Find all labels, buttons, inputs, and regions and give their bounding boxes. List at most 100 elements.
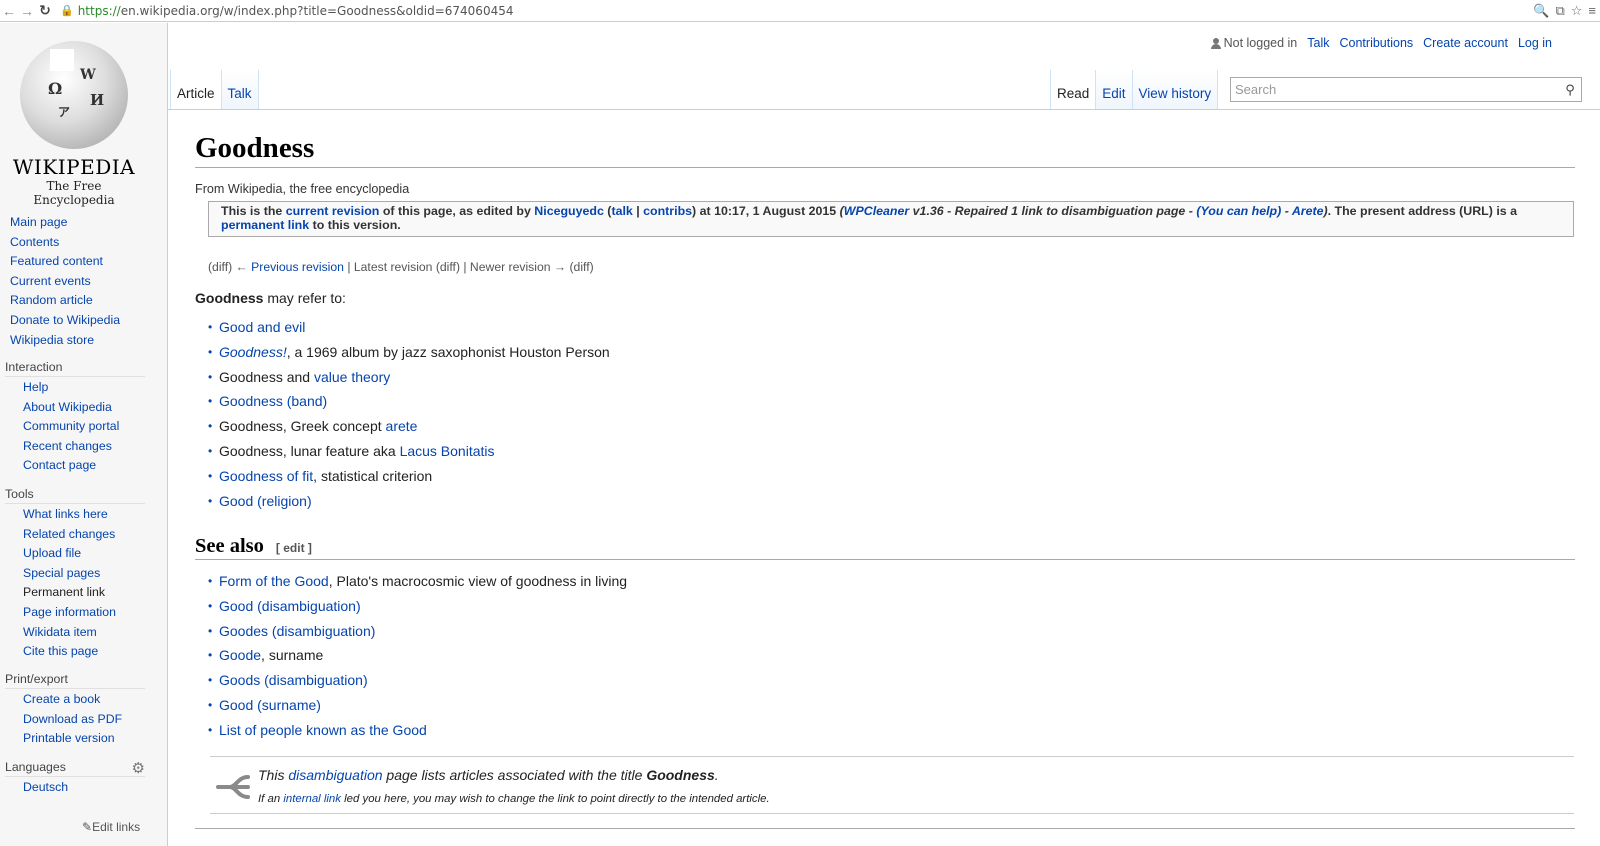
create-account-link[interactable]: Create account (1423, 36, 1508, 50)
list-link[interactable]: Good (disambiguation) (219, 598, 361, 614)
sidebar-item-page-information[interactable]: Page information (23, 603, 145, 623)
list-text: , surname (261, 647, 324, 664)
tab-read[interactable]: Read (1050, 70, 1097, 110)
sidebar-item-printable-version[interactable]: Printable version (23, 729, 145, 749)
sidebar-item-community-portal[interactable]: Community portal (23, 417, 145, 437)
previous-revision-link[interactable]: Previous revision (251, 260, 344, 274)
not-logged-in: Not logged in (1210, 36, 1298, 50)
back-arrow-icon[interactable]: ← (0, 2, 18, 20)
editor-user-link[interactable]: Niceguyedc (534, 204, 604, 218)
log-in-link[interactable]: Log in (1518, 36, 1552, 50)
sidebar-item-cite-this-page[interactable]: Cite this page (23, 642, 145, 662)
tab-article[interactable]: Article (170, 70, 222, 110)
portal-interaction: Interaction Help About Wikipedia Communi… (5, 360, 145, 476)
gear-icon[interactable]: ⚙ (132, 759, 145, 777)
sidebar-item-permanent-link[interactable]: Permanent link (23, 583, 145, 603)
reload-icon[interactable]: ↻ (36, 2, 54, 20)
search-box: ⚲ (1230, 77, 1582, 102)
editor-contribs-link[interactable]: contribs (643, 204, 692, 218)
personal-talk-link[interactable]: Talk (1307, 36, 1329, 50)
list-item: Form of the Good, Plato's macrocosmic vi… (208, 569, 627, 594)
address-bar[interactable]: 🔒 https:// en.wikipedia.org/w/index.php?… (60, 4, 513, 18)
rev-text: ) at 10:17, 1 August 2015 (692, 204, 840, 218)
puzzle-globe-icon: Ω W И ア (20, 41, 128, 149)
list-link[interactable]: List of people known as the Good (219, 722, 427, 738)
forward-arrow-icon[interactable]: → (18, 2, 36, 20)
sidebar-item-contents[interactable]: Contents (10, 233, 120, 253)
list-link[interactable]: Form of the Good (219, 573, 329, 589)
sidebar-item-contact-page[interactable]: Contact page (23, 456, 145, 476)
tab-edit[interactable]: Edit (1096, 70, 1133, 110)
refer-list: Good and evil Goodness!, a 1969 album by… (208, 315, 610, 513)
sidebar-item-related-changes[interactable]: Related changes (23, 525, 145, 545)
dab-message: This disambiguation page lists articles … (258, 767, 719, 783)
list-link[interactable]: Goodness of fit (219, 468, 313, 484)
sidebar-item-featured-content[interactable]: Featured content (10, 252, 120, 272)
bookmark-star-icon[interactable]: ☆ (1571, 3, 1583, 19)
list-link[interactable]: Goodes (disambiguation) (219, 623, 375, 639)
list-text: Goodness and (219, 368, 314, 385)
editor-talk-link[interactable]: talk (611, 204, 632, 218)
menu-icon[interactable]: ≡ (1588, 3, 1596, 19)
arete-summary-link[interactable]: Arete (1292, 204, 1324, 218)
internal-link-link[interactable]: internal link (283, 793, 341, 805)
edit-links[interactable]: ✎Edit links (82, 820, 140, 834)
sidebar-item-special-pages[interactable]: Special pages (23, 564, 145, 584)
tab-talk[interactable]: Talk (221, 70, 259, 110)
namespace-tabs: Article Talk (170, 70, 259, 110)
list-link[interactable]: Goodness (band) (219, 393, 327, 409)
sidebar-item-deutsch[interactable]: Deutsch (23, 778, 145, 798)
sidebar-item-wikidata-item[interactable]: Wikidata item (23, 623, 145, 643)
permanent-link[interactable]: permanent link (221, 218, 309, 232)
list-link[interactable]: arete (386, 418, 418, 434)
tagline: The Free Encyclopedia (33, 179, 115, 207)
search-input[interactable] (1235, 82, 1559, 97)
list-link[interactable]: Lacus Bonitatis (400, 443, 495, 459)
wikipedia-logo[interactable]: Ω W И ア WIKIPEDIA The Free Encyclopedia (12, 41, 136, 207)
sidebar-item-download-pdf[interactable]: Download as PDF (23, 710, 145, 730)
list-link[interactable]: Goode (219, 647, 261, 663)
rev-text: to this version. (309, 218, 401, 232)
list-link[interactable]: value theory (314, 369, 390, 385)
rev-text: This is the (221, 204, 286, 218)
list-item: Goode, surname (208, 643, 627, 668)
list-link[interactable]: Goodness! (219, 344, 287, 360)
list-link[interactable]: Good (surname) (219, 697, 321, 713)
sidebar-item-current-events[interactable]: Current events (10, 272, 120, 292)
sidebar-item-main-page[interactable]: Main page (10, 213, 120, 233)
lock-icon: 🔒 (60, 4, 74, 17)
contributions-link[interactable]: Contributions (1340, 36, 1414, 50)
list-link[interactable]: Good and evil (219, 319, 305, 335)
portal-title: Tools (5, 487, 145, 504)
sidebar-item-create-book[interactable]: Create a book (23, 690, 145, 710)
edit-section-link[interactable]: [ edit ] (276, 541, 312, 555)
current-revision-link[interactable]: current revision (286, 204, 380, 218)
list-item: Good (disambiguation) (208, 594, 627, 619)
list-item: Goodness of fit, statistical criterion (208, 464, 610, 489)
tab-view-history[interactable]: View history (1132, 70, 1219, 110)
sidebar-item-recent-changes[interactable]: Recent changes (23, 437, 145, 457)
see-also-list: Form of the Good, Plato's macrocosmic vi… (208, 569, 627, 743)
disambiguation-link[interactable]: disambiguation (288, 767, 382, 783)
search-icon[interactable]: ⚲ (1559, 82, 1581, 98)
sidebar: Ω W И ア WIKIPEDIA The Free Encyclopedia … (0, 23, 168, 846)
rev-text: . The present address (URL) is a (1327, 204, 1517, 218)
you-can-help-link[interactable]: (You can help) (1196, 204, 1281, 218)
sidebar-item-store[interactable]: Wikipedia store (10, 331, 120, 351)
list-link[interactable]: Good (religion) (219, 493, 312, 509)
revnav-prefix: (diff) ← (208, 260, 252, 274)
not-logged-in-label: Not logged in (1223, 36, 1298, 50)
sidebar-item-help[interactable]: Help (23, 378, 145, 398)
sidebar-item-what-links-here[interactable]: What links here (23, 505, 145, 525)
sidebar-item-upload-file[interactable]: Upload file (23, 544, 145, 564)
wpcleaner-link[interactable]: WPCleaner (844, 204, 909, 218)
zoom-icon[interactable]: 🔍 (1533, 3, 1549, 19)
list-link[interactable]: Goods (disambiguation) (219, 672, 368, 688)
sidebar-item-random-article[interactable]: Random article (10, 291, 120, 311)
rev-text: | (632, 204, 644, 218)
translate-icon[interactable]: ⧉ (1555, 3, 1564, 19)
sidebar-item-donate[interactable]: Donate to Wikipedia (10, 311, 120, 331)
sidebar-item-about[interactable]: About Wikipedia (23, 398, 145, 418)
edit-summary: v1.36 - Repaired 1 link to disambiguatio… (909, 204, 1197, 218)
personal-tools: Not logged in Talk Contributions Create … (1210, 36, 1552, 50)
